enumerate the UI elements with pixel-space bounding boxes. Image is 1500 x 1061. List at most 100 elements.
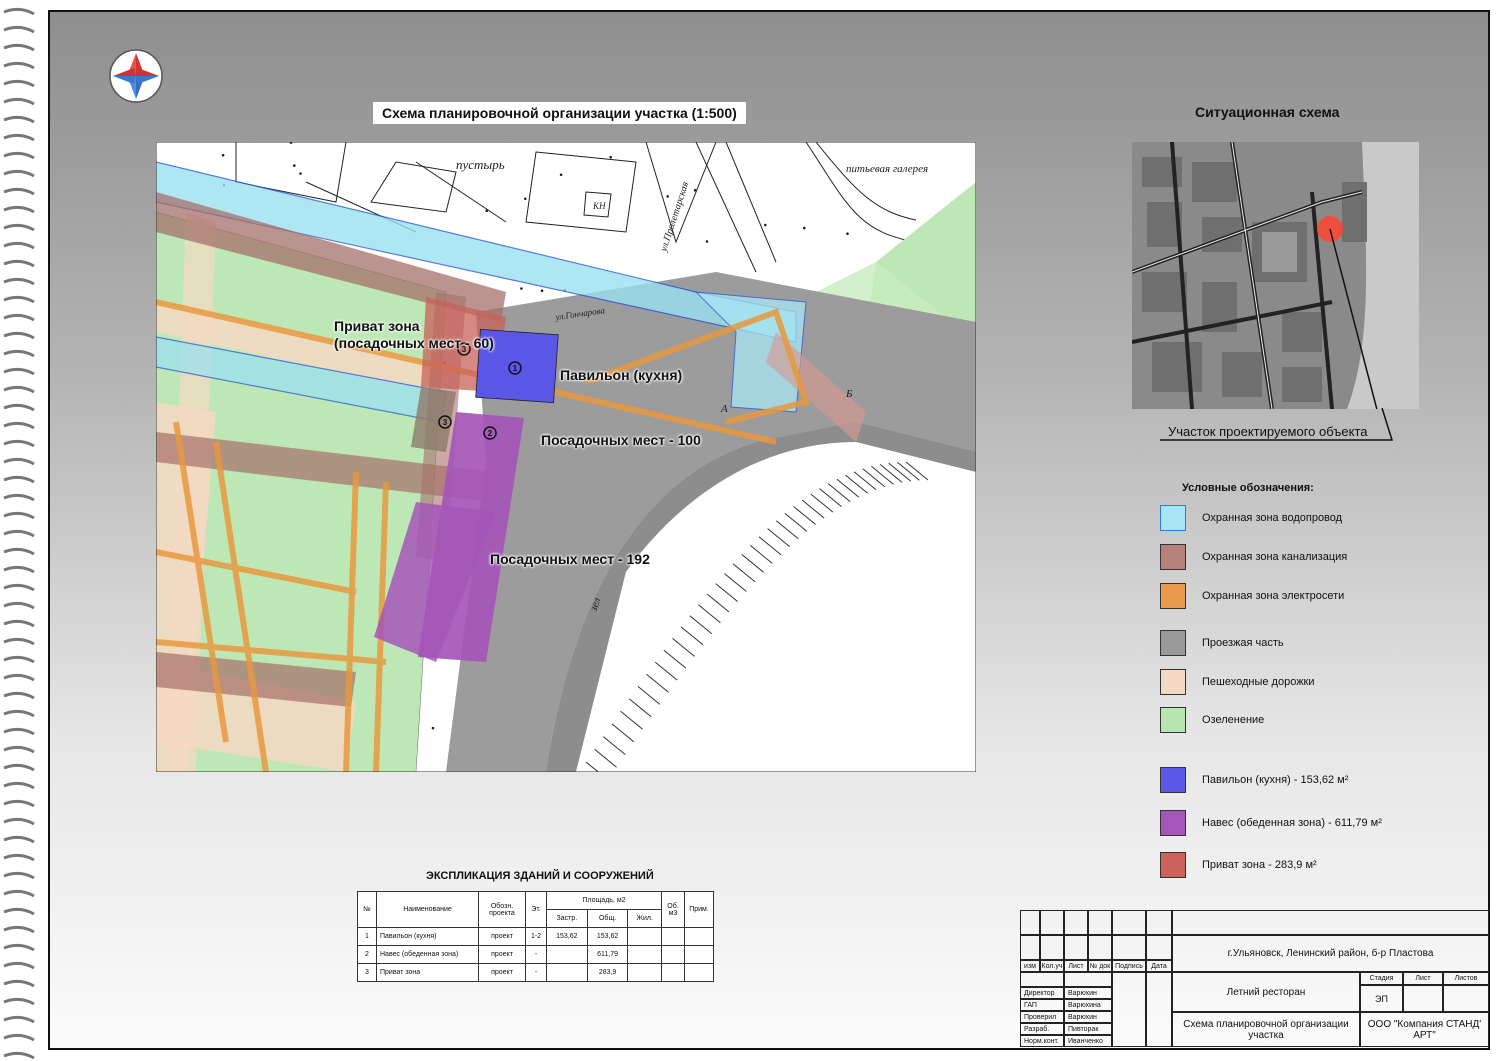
survey-point (431, 726, 435, 730)
survey-point (559, 173, 563, 177)
svg-text:3: 3 (443, 418, 448, 427)
legend-swatch-sewer (1160, 544, 1186, 570)
binding-ring (3, 403, 35, 412)
survey-point (609, 155, 612, 159)
survey-point (693, 188, 697, 192)
binding-ring (3, 961, 35, 970)
label-wasteland: пустырь (456, 157, 505, 172)
label-letter-b: Б (845, 388, 853, 400)
binding-ring (3, 7, 35, 16)
stamp-col-list: Лист (1064, 960, 1088, 972)
binding-ring (3, 151, 35, 160)
col-area: Площадь, м2 (546, 891, 662, 910)
binding-ring (3, 313, 35, 322)
col-floors: Эт. (525, 891, 547, 928)
binding-ring (3, 43, 35, 52)
stamp-stage-label: Стадия (1360, 972, 1403, 985)
legend-swatch-water (1160, 505, 1186, 531)
binding-ring (3, 637, 35, 646)
binding-ring (3, 817, 35, 826)
binding-ring (3, 673, 35, 682)
label-private-zone-2: (посадочных мест - 60) (334, 335, 494, 351)
binding-ring (3, 205, 35, 214)
binding-ring (3, 745, 35, 754)
binding-ring (3, 223, 35, 232)
survey-point (705, 240, 709, 243)
binding-ring (3, 241, 35, 250)
binding-ring (3, 871, 35, 880)
binding-ring (3, 727, 35, 736)
label-letter-a: А (720, 403, 728, 415)
binding-ring (3, 781, 35, 790)
legend-item-canopy: Навес (обеденная зона) - 611,79 м² (1160, 810, 1382, 836)
binding-ring (3, 943, 35, 952)
stamp-col-signature: Подпись (1112, 960, 1146, 972)
binding-ring (3, 169, 35, 178)
stamp-address: г.Ульяновск, Ленинский район, б-р Пласто… (1172, 935, 1489, 972)
situation-title: Ситуационная схема (1195, 104, 1340, 120)
binding-ring (3, 1033, 35, 1042)
legend-item-greenery: Озеленение (1160, 707, 1264, 733)
stamp-col-ndoc: № док (1088, 960, 1112, 972)
survey-point (666, 195, 669, 198)
col-total: Общ. (586, 909, 629, 928)
binding-ring (3, 493, 35, 502)
stamp-role-director: Директор (1020, 987, 1064, 999)
stamp-name-checked: Варюхин (1064, 1011, 1112, 1023)
binding-ring (3, 475, 35, 484)
table-row: 2 Навес (обеденная зона) проект - 611,79 (357, 945, 714, 964)
survey-point (520, 287, 523, 290)
svg-text:1: 1 (513, 364, 518, 373)
explication-header-row: № Наименование Обозн. проекта Эт. Площад… (357, 891, 714, 928)
col-name: Наименование (376, 891, 479, 928)
svg-text:2: 2 (488, 429, 493, 438)
stamp-role-gap: ГАП (1020, 999, 1064, 1011)
binding-ring (3, 763, 35, 772)
legend-item-sewer: Охранная зона канализация (1160, 544, 1347, 570)
legend-item-electric: Охранная зона электросети (1160, 583, 1344, 609)
stamp-name-normcontrol: Иванченко (1064, 1035, 1112, 1047)
col-living: Жил. (627, 909, 662, 928)
survey-point (293, 164, 296, 167)
binding-ring (3, 259, 35, 268)
stamp-role-developer: Разраб. (1020, 1023, 1064, 1035)
binding-ring (3, 331, 35, 340)
binding-ring (3, 295, 35, 304)
legend-swatch-road (1160, 630, 1186, 656)
situation-caption: Участок проектируемого объекта (1168, 424, 1368, 439)
binding-ring (3, 133, 35, 142)
legend-swatch-greenery (1160, 707, 1186, 733)
binding-ring (3, 889, 35, 898)
survey-point (540, 289, 544, 292)
stamp-role-normcontrol: Норм.конт. (1020, 1035, 1064, 1047)
legend-item-pavilion: Павильон (кухня) - 153,62 м² (1160, 767, 1348, 793)
stamp-col-izm: изм (1020, 960, 1040, 972)
legend-swatch-pavilion (1160, 767, 1186, 793)
binding-ring (3, 457, 35, 466)
legend-swatch-canopy (1160, 810, 1186, 836)
label-pavilion: Павильон (кухня) (560, 367, 683, 383)
binding-ring (3, 421, 35, 430)
company-logo-icon (109, 49, 163, 103)
stamp-name-director: Варюхин (1064, 987, 1112, 999)
survey-point (299, 172, 302, 175)
binding-ring (3, 1051, 35, 1060)
label-seats-192: Посадочных мест - 192 (490, 551, 650, 567)
binding-ring (3, 367, 35, 376)
binding-ring (3, 61, 35, 70)
col-volume: Об. м3 (661, 891, 685, 928)
stamp-sheets-label: Листов (1443, 972, 1489, 985)
label-seats-100: Посадочных мест - 100 (541, 432, 701, 448)
binding-ring (3, 25, 35, 34)
spiral-binding (3, 7, 35, 1060)
legend-item-water: Охранная зона водопровод (1160, 505, 1342, 531)
survey-point (803, 226, 806, 230)
binding-ring (3, 799, 35, 808)
survey-point (764, 223, 767, 227)
binding-ring (3, 619, 35, 628)
stamp-stage-value: ЭП (1360, 985, 1403, 1012)
survey-point (524, 197, 527, 201)
explication-table: № Наименование Обозн. проекта Эт. Площад… (357, 891, 714, 982)
binding-ring (3, 79, 35, 88)
binding-ring (3, 187, 35, 196)
